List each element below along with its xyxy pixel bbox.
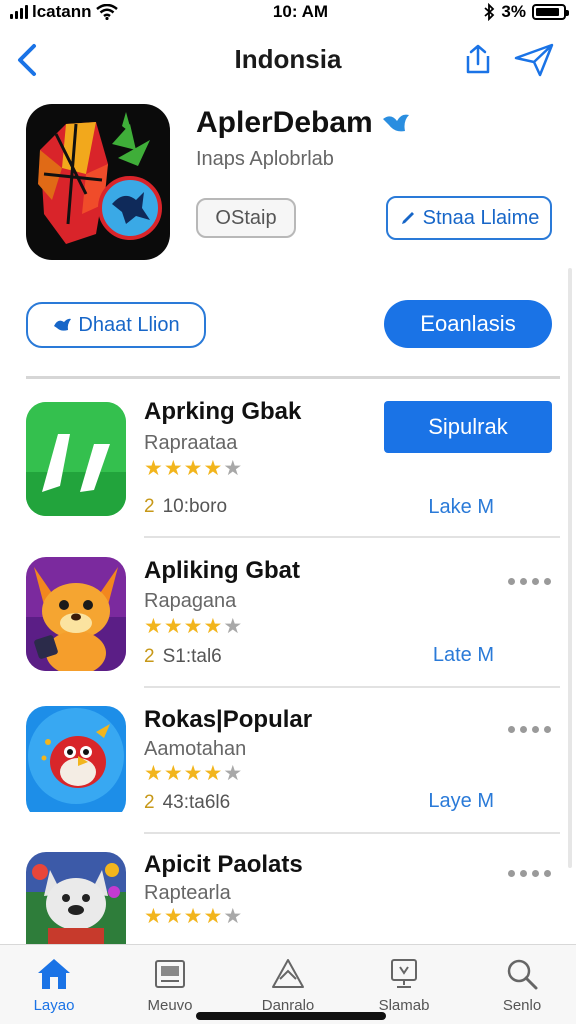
- get-pill-button[interactable]: Eoanlasis: [384, 300, 552, 348]
- app-name-text: AplerDebam: [196, 106, 373, 139]
- star-icon: ★: [183, 905, 203, 928]
- star-icon: ★: [163, 905, 183, 928]
- app-name: AplerDebam: [196, 106, 411, 140]
- meta-text: S1:tal6: [162, 646, 222, 667]
- more-options-icon[interactable]: [508, 726, 552, 736]
- app-icon-cat: [26, 852, 126, 944]
- list-item-subtitle: Rapagana: [144, 590, 237, 612]
- star-icon: ★: [203, 615, 223, 638]
- more-options-icon[interactable]: [508, 870, 552, 880]
- tab-label: Meuvo: [147, 997, 193, 1014]
- list-item-meta: 2 S1:tal6: [144, 646, 222, 668]
- app-icon-green: [26, 402, 126, 516]
- search-icon: [507, 959, 538, 990]
- meta-lead: 2: [144, 646, 155, 667]
- more-link[interactable]: Lake M: [428, 496, 494, 519]
- news-icon: [155, 960, 185, 988]
- list-item-title: Apliking Gbat: [144, 557, 300, 584]
- star-icon: ★: [223, 762, 243, 785]
- star-icon: ★: [163, 457, 183, 480]
- status-left: lcatann: [10, 2, 118, 22]
- bluetooth-icon: [484, 3, 495, 21]
- star-rating: ★ ★ ★ ★ ★: [144, 906, 242, 927]
- secondary-pill-label: Dhaat Llion: [78, 313, 180, 336]
- wifi-icon: [95, 4, 118, 20]
- list-item-meta: 2 10:boro: [144, 496, 227, 518]
- home-icon: [38, 959, 70, 989]
- app-logo-art: [38, 112, 162, 244]
- app-developer: Inaps Aplobrlab: [196, 148, 334, 170]
- carrier-label: lcatann: [32, 2, 92, 21]
- signal-icon: [10, 5, 28, 19]
- star-icon: ★: [144, 762, 163, 785]
- home-indicator[interactable]: [196, 1012, 386, 1020]
- star-icon: ★: [203, 457, 223, 480]
- star-icon: ★: [223, 615, 243, 638]
- list-item-title: Apicit Paolats: [144, 851, 303, 878]
- tab-search[interactable]: Senlo: [474, 957, 570, 1021]
- battery-fill: [536, 8, 560, 16]
- tab-label: Senlo: [502, 997, 542, 1014]
- star-icon: ★: [144, 615, 163, 638]
- pencil-icon: [401, 212, 414, 224]
- star-icon: ★: [223, 905, 243, 928]
- list-item-meta: 2 43:ta6l6: [144, 792, 230, 814]
- meta-lead: 2: [144, 792, 155, 813]
- nav-bar: Indonsia: [0, 36, 576, 84]
- more-link[interactable]: Laye M: [428, 790, 494, 813]
- app-icon-fox: [26, 557, 126, 671]
- star-rating: ★ ★ ★ ★ ★: [144, 458, 242, 479]
- paper-plane-icon[interactable]: [512, 42, 556, 78]
- star-icon: ★: [203, 762, 223, 785]
- save-button-label: Stnaa Llaime: [422, 206, 540, 229]
- app-icon: [26, 104, 170, 260]
- section-divider: [26, 376, 560, 379]
- apps-icon: [272, 959, 304, 988]
- status-right: 3%: [483, 2, 569, 22]
- secondary-pill-button[interactable]: Dhaat Llion: [26, 302, 206, 348]
- meta-lead: 2: [144, 496, 155, 517]
- list-item-title: Aprking Gbak: [144, 398, 302, 425]
- row-divider: [144, 832, 560, 834]
- bird-icon: [54, 318, 72, 331]
- star-icon: ★: [223, 457, 243, 480]
- app-icon-bird: [26, 706, 126, 820]
- star-icon: ★: [183, 762, 203, 785]
- meta-text: 43:ta6l6: [162, 792, 231, 813]
- chevron-left-icon[interactable]: [12, 40, 42, 80]
- list-item-subtitle: Aamotahan: [144, 738, 247, 760]
- primary-action-button[interactable]: OStaip: [196, 198, 296, 238]
- star-rating: ★ ★ ★ ★ ★: [144, 763, 242, 784]
- tab-label: Layao: [33, 997, 75, 1014]
- star-rating: ★ ★ ★ ★ ★: [144, 616, 242, 637]
- list-item-subtitle: Raptearla: [144, 882, 231, 904]
- list-item-title: Rokas|Popular: [144, 706, 313, 733]
- battery-icon: [532, 4, 569, 20]
- save-button[interactable]: Stnaa Llaime: [386, 196, 552, 240]
- scrollbar[interactable]: [568, 268, 572, 868]
- tab-label: Slamab: [378, 997, 430, 1014]
- more-options-icon[interactable]: [508, 578, 552, 588]
- star-icon: ★: [144, 457, 163, 480]
- tab-today[interactable]: Layao: [6, 957, 102, 1021]
- star-icon: ★: [144, 905, 163, 928]
- star-icon: ★: [163, 615, 183, 638]
- status-bar: lcatann 10: AM 3%: [0, 0, 576, 24]
- meta-text: 10:boro: [162, 496, 228, 517]
- get-button[interactable]: Sipulrak: [384, 401, 552, 453]
- star-icon: ★: [183, 615, 203, 638]
- row-divider: [144, 686, 560, 688]
- verified-badge-icon: [382, 114, 409, 132]
- row-divider: [144, 536, 560, 538]
- list-item-subtitle: Rapraataa: [144, 432, 238, 454]
- arcade-icon: [391, 959, 417, 988]
- star-icon: ★: [203, 905, 223, 928]
- more-link[interactable]: Late M: [433, 644, 494, 667]
- clock: 10: AM: [272, 2, 329, 21]
- star-icon: ★: [163, 762, 183, 785]
- star-icon: ★: [183, 457, 203, 480]
- share-icon[interactable]: [460, 42, 496, 78]
- battery-percent: 3%: [501, 2, 526, 21]
